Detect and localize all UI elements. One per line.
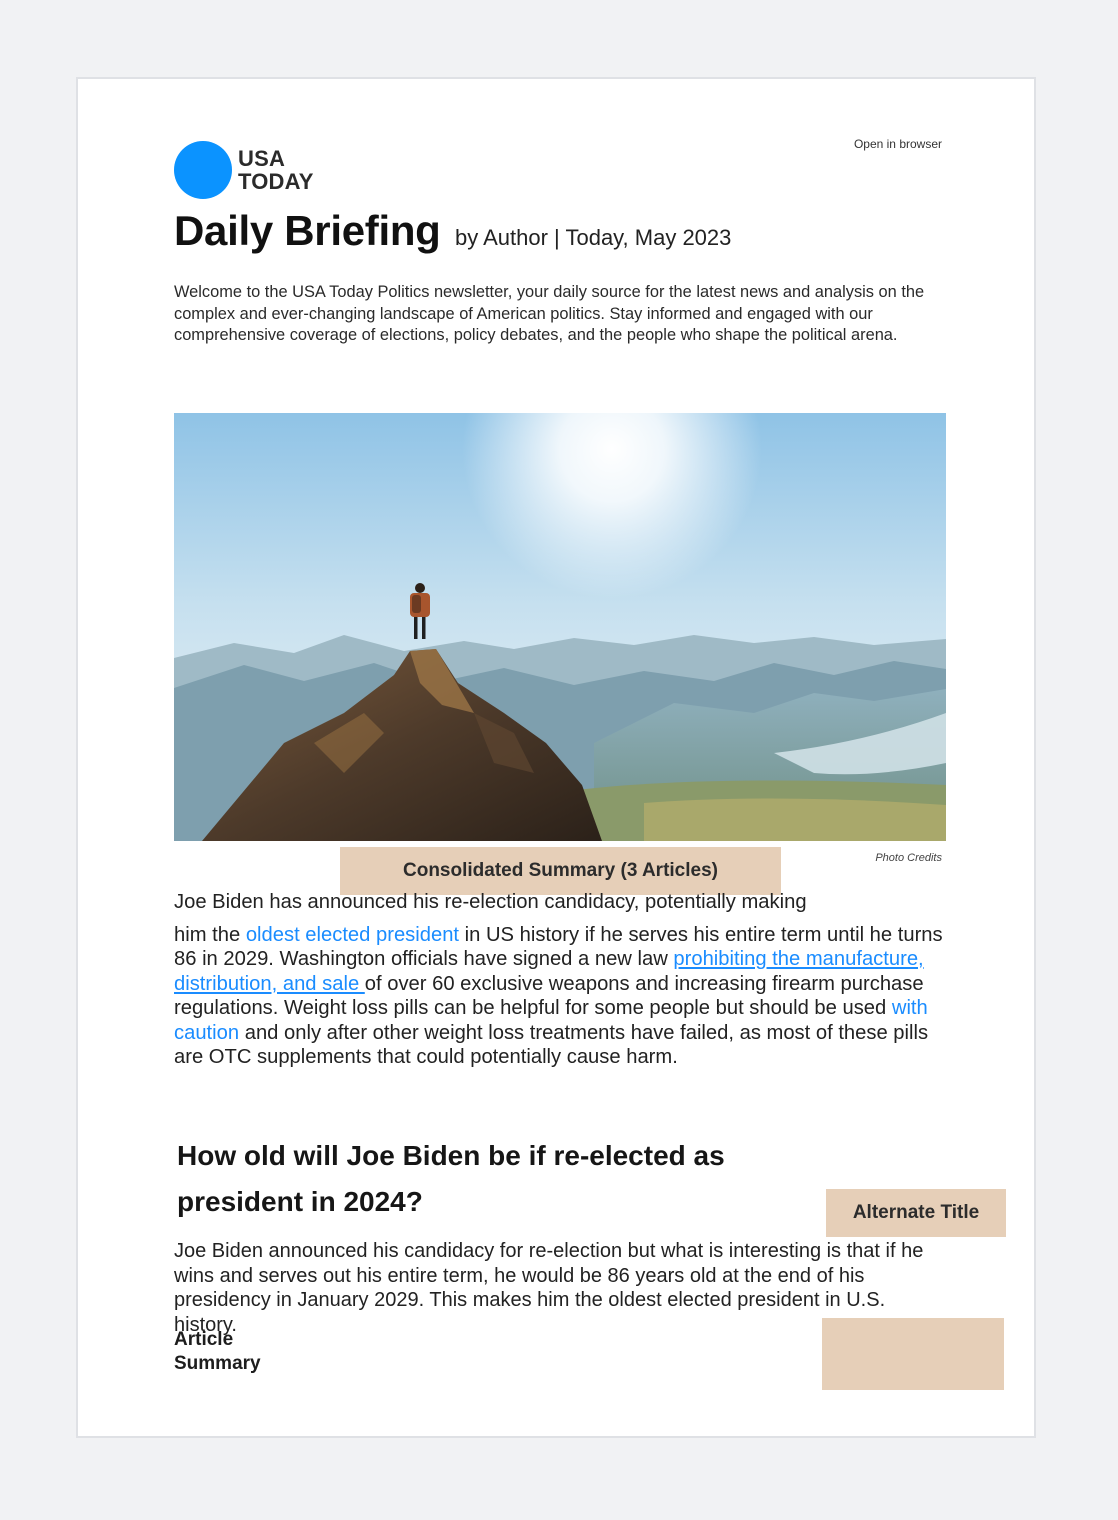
usa-today-logo[interactable]: USA TODAY xyxy=(174,141,314,199)
logo-line-1: USA xyxy=(238,146,286,171)
newsletter-title: Daily Briefing xyxy=(174,207,441,254)
newsletter-page: USA TODAY Open in browser Daily Briefing… xyxy=(76,77,1036,1438)
summary-text-1: him the xyxy=(174,923,246,946)
open-in-browser-link[interactable]: Open in browser xyxy=(854,137,942,151)
alternate-title-tag: Alternate Title xyxy=(826,1189,1006,1237)
consolidated-summary-tag: Consolidated Summary (3 Articles) xyxy=(340,847,781,895)
logo-wordmark: USA TODAY xyxy=(238,147,314,193)
consolidated-summary-text: Joe Biden has announced his re-election … xyxy=(174,890,952,1070)
blank-annotation-tag xyxy=(822,1318,1004,1390)
article-summary-label-line-2: Summary xyxy=(174,1353,261,1374)
oldest-president-link[interactable]: oldest elected president xyxy=(246,924,459,946)
mountain-hiker-photo xyxy=(174,413,946,841)
logo-circle-icon xyxy=(174,141,232,199)
photo-credits: Photo Credits xyxy=(875,852,942,864)
article-title: How old will Joe Biden be if re-elected … xyxy=(177,1140,725,1217)
title-row: Daily Briefing by Author | Today, May 20… xyxy=(174,207,731,255)
intro-paragraph: Welcome to the USA Today Politics newsle… xyxy=(174,283,925,344)
logo-line-2: TODAY xyxy=(238,169,314,194)
article-summary-label: Article Summary xyxy=(174,1328,294,1376)
hero-image xyxy=(174,413,946,841)
summary-line-1: Joe Biden has announced his re-election … xyxy=(174,891,807,913)
byline: by Author | Today, May 2023 xyxy=(454,225,732,250)
summary-text-4: and only after other weight loss treatme… xyxy=(174,1021,929,1069)
article-summary-label-line-1: Article xyxy=(174,1329,234,1350)
